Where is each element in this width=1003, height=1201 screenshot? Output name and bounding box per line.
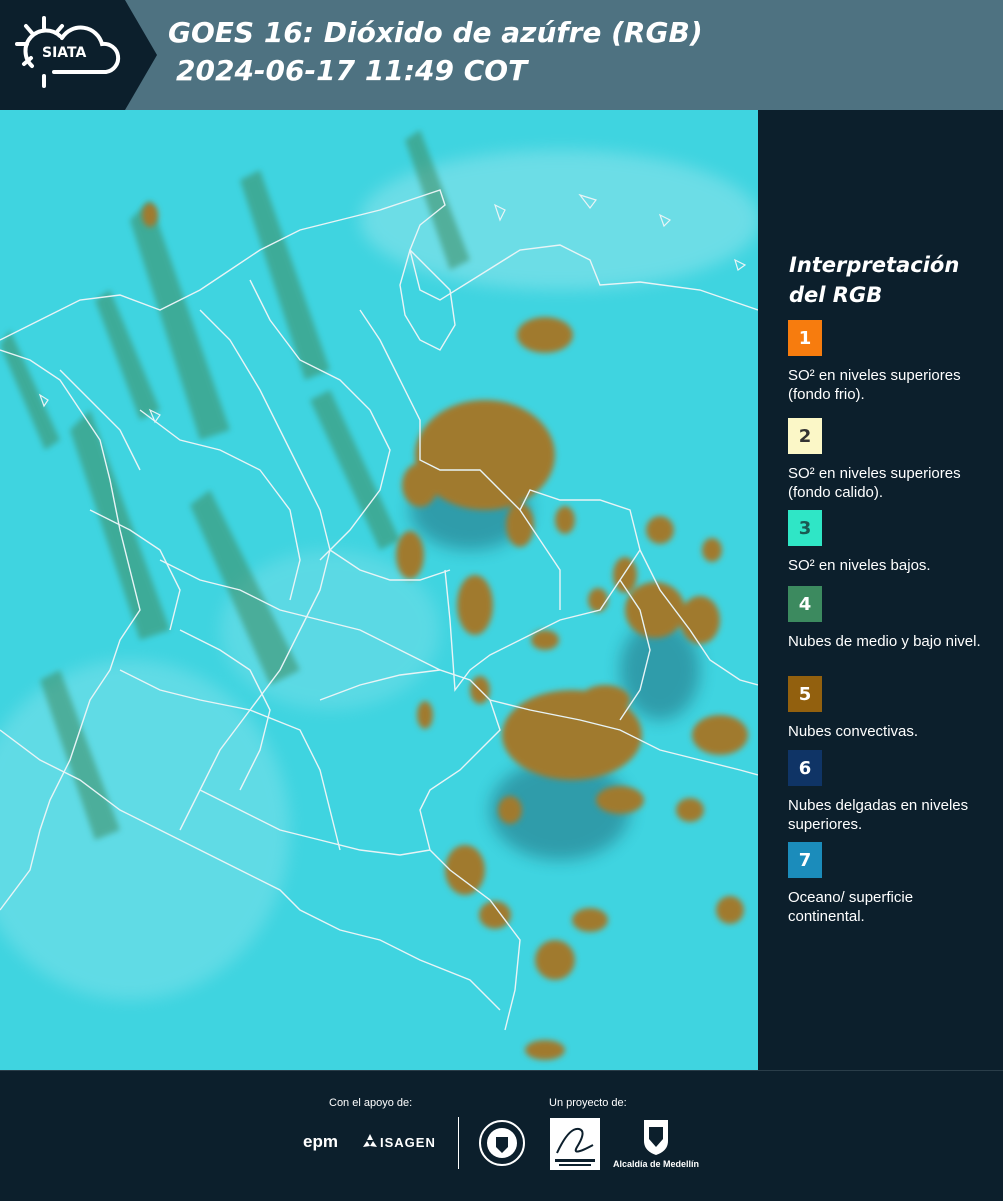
legend-item-3: 3 SO² en niveles bajos. [788,510,993,575]
title-line-1: GOES 16: Dióxido de azúfre (RGB) [168,16,703,49]
legend-label-6: Nubes delgadas en niveles superiores. [788,797,969,833]
legend-item-2: 2 SO² en niveles superiores (fondo calid… [788,418,993,502]
legend-label-1: SO² en niveles superiores (fondo frio). [788,367,961,403]
legend-swatch-5: 5 [788,676,822,712]
area-metropolitana-logo-icon [550,1118,600,1170]
legend-item-4: 4 Nubes de medio y bajo nivel. [788,586,993,651]
epm-logo: epm [303,1132,338,1151]
legend-label-7: Oceano/ superficie continental. [788,889,914,925]
footer-divider [458,1117,459,1169]
legend-label-4: Nubes de medio y bajo nivel. [788,633,981,650]
alcaldia-caption: Alcaldía de Medellín [613,1159,700,1169]
legend-swatch-3: 3 [788,510,822,546]
legend-label-3: SO² en niveles bajos. [788,557,931,574]
legend-item-5: 5 Nubes convectivas. [788,676,993,741]
isagen-logo-icon [363,1134,377,1147]
project-label: Un proyecto de: [549,1097,627,1109]
logo-arrow [125,0,157,110]
legend-swatch-1: 1 [788,320,822,356]
siata-logo-text: SIATA [42,45,87,61]
legend-item-7: 7 Oceano/ superficie continental. [788,842,993,926]
page-title: GOES 16: Dióxido de azúfre (RGB) 2024-06… [168,14,703,90]
legend-item-1: 1 SO² en niveles superiores (fondo frio)… [788,320,993,404]
legend-title: Interpretación del RGB [789,253,960,307]
satellite-map[interactable] [0,110,758,1070]
medellin-seal-icon [479,1120,525,1166]
legend-swatch-2: 2 [788,418,822,454]
header-bar: SIATA GOES 16: Dióxido de azúfre (RGB) 2… [0,0,1003,110]
legend-swatch-7: 7 [788,842,822,878]
alcaldia-shield-icon [644,1120,668,1155]
support-label: Con el apoyo de: [329,1097,413,1109]
legend-item-6: 6 Nubes delgadas en niveles superiores. [788,750,993,834]
legend-label-5: Nubes convectivas. [788,723,919,740]
legend-label-2: SO² en niveles superiores (fondo calido)… [788,465,961,501]
legend-swatch-4: 4 [788,586,822,622]
map-canvas [0,110,758,1070]
legend-panel: Interpretación del RGB 1 SO² en niveles … [762,110,1003,1070]
legend-swatch-6: 6 [788,750,822,786]
title-line-2: 2024-06-17 11:49 COT [176,54,528,87]
isagen-logo: ISAGEN [380,1135,436,1150]
siata-logo: SIATA [0,0,125,110]
